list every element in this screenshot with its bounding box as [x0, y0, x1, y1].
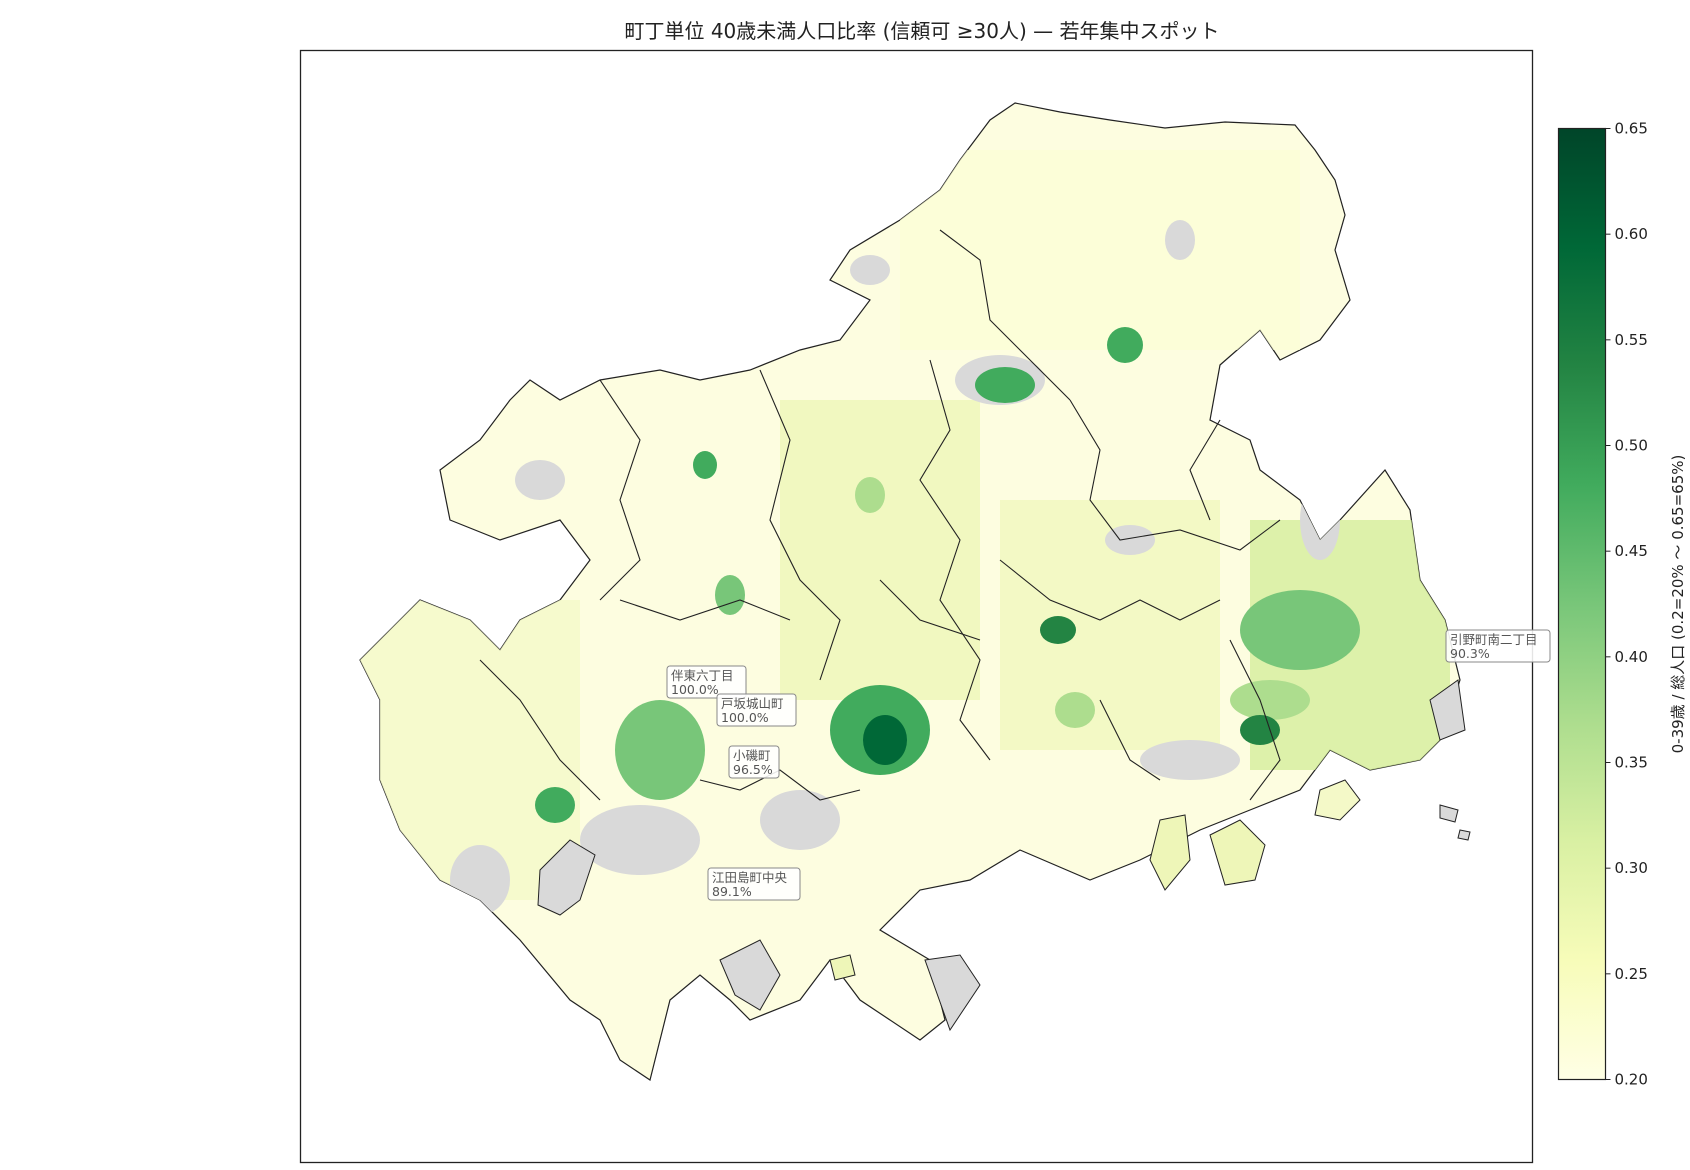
annotation-3: 小磯町 96.5% [728, 745, 780, 779]
colorbar-tick-label: 0.20 [1615, 1071, 1648, 1089]
no-data-area [515, 460, 565, 500]
annotation-5: 引野町南二丁目 90.3% [1445, 629, 1551, 663]
no-data-area [850, 255, 890, 285]
annotation-value: 100.0% [671, 682, 719, 697]
annotation-value: 96.5% [733, 762, 773, 777]
young-cluster [975, 367, 1035, 403]
annotation-value: 89.1% [712, 884, 752, 899]
colorbar-tick-label: 0.55 [1615, 331, 1648, 349]
young-cluster [693, 451, 717, 479]
colorbar-tick-label: 0.25 [1615, 965, 1648, 983]
no-data-area [1140, 740, 1240, 780]
young-cluster [1230, 680, 1310, 720]
map-title: 町丁単位 40歳未満人口比率 (信頼可 ≥30人) — 若年集中スポット [624, 19, 1219, 43]
annotation-1: 伴東六丁目 100.0% [666, 665, 747, 699]
annotation-name: 戸坂城山町 [721, 696, 784, 711]
young-cluster [1240, 590, 1360, 670]
annotation-value: 100.0% [721, 710, 769, 725]
colorbar-tick-label: 0.30 [1615, 859, 1648, 877]
no-data-area [1165, 220, 1195, 260]
annotation-2: 戸坂城山町 100.0% [716, 693, 797, 727]
annotation-4: 江田島町中央 89.1% [707, 867, 801, 901]
no-data-area [580, 805, 700, 875]
young-cluster [1040, 616, 1076, 644]
annotation-name: 伴東六丁目 [671, 668, 734, 683]
colorbar-tick-label: 0.60 [1615, 225, 1648, 243]
young-cluster [715, 575, 745, 615]
colorbar-tick-label: 0.50 [1615, 437, 1648, 455]
map-figure: 町丁単位 40歳未満人口比率 (信頼可 ≥30人) — 若年集中スポット 伴東六… [299, 19, 1687, 1164]
young-cluster [1055, 692, 1095, 728]
young-cluster [615, 700, 705, 800]
no-data-area [760, 790, 840, 850]
annotation-name: 引野町南二丁目 [1450, 632, 1538, 647]
colorbar-gradient [1557, 127, 1607, 1081]
annotation-value: 90.3% [1450, 646, 1490, 661]
annotation-name: 江田島町中央 [712, 870, 788, 885]
young-cluster [855, 477, 885, 513]
young-cluster [535, 787, 575, 823]
colorbar-label: 0-39歳 / 総人口 (0.2=20% ～ 0.65=65%) [1669, 455, 1687, 754]
colorbar-ticks: 0.20 0.25 0.30 0.35 0.40 0.45 0.50 0.55 0.60 0.65 [1605, 120, 1648, 1089]
colorbar-tick-label: 0.35 [1615, 754, 1648, 772]
colorbar-tick-label: 0.40 [1615, 648, 1648, 666]
colorbar-tick-label: 0.45 [1615, 542, 1648, 560]
colorbar: 0.20 0.25 0.30 0.35 0.40 0.45 0.50 0.55 0.60 0.65… [1557, 120, 1687, 1089]
annotation-name: 小磯町 [733, 748, 771, 763]
region-patch [900, 150, 1300, 350]
young-cluster [863, 715, 907, 765]
region-patch [780, 400, 980, 700]
young-cluster [1107, 327, 1143, 363]
colorbar-tick-label: 0.65 [1615, 120, 1648, 138]
no-data-area [1300, 480, 1340, 560]
no-data-area [450, 845, 510, 915]
